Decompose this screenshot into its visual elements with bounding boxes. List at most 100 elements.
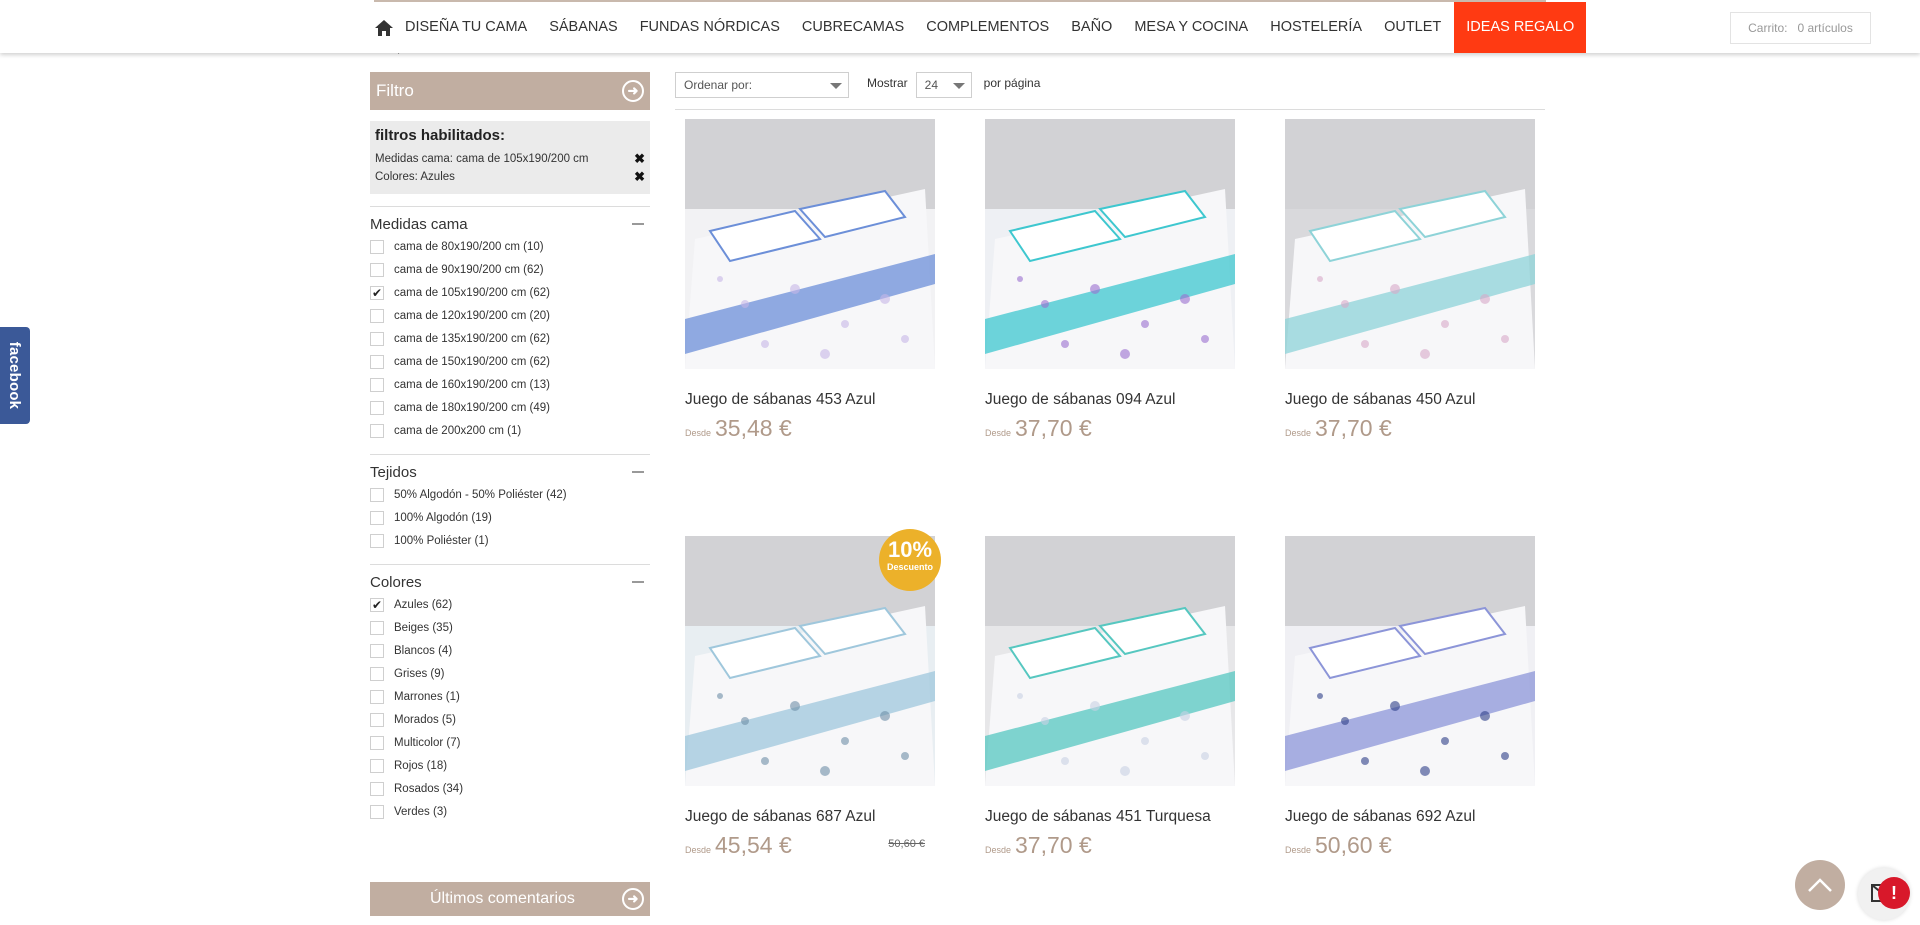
filter-group-header[interactable]: Tejidos [370, 461, 650, 483]
scroll-to-top-button[interactable] [1795, 860, 1845, 910]
filter-option[interactable]: cama de 135x190/200 cm (62) [370, 327, 650, 350]
filter-option[interactable]: Multicolor (7) [370, 731, 650, 754]
product-image-wrapper[interactable] [1285, 536, 1535, 786]
product-image-wrapper[interactable] [985, 119, 1235, 369]
checkbox[interactable] [370, 735, 384, 750]
checkbox[interactable] [370, 689, 384, 704]
product-title[interactable]: Juego de sábanas 453 Azul [685, 391, 935, 409]
product-card[interactable]: Juego de sábanas 094 Azul Desde 37,70 € [985, 119, 1235, 442]
filter-option[interactable]: cama de 180x190/200 cm (49) [370, 396, 650, 419]
product-card[interactable]: Juego de sábanas 451 Turquesa Desde 37,70 … [985, 536, 1235, 859]
product-image-wrapper[interactable] [985, 536, 1235, 786]
filter-option[interactable]: ✔ Azules (62) [370, 593, 650, 616]
checkbox[interactable] [370, 423, 384, 438]
filter-header[interactable]: Filtro ➜ [370, 72, 650, 110]
filter-option[interactable]: Rojos (18) [370, 754, 650, 777]
checkbox[interactable] [370, 377, 384, 392]
filter-option[interactable]: Blancos (4) [370, 639, 650, 662]
product-card[interactable]: Juego de sábanas 453 Azul Desde 35,48 € [685, 119, 935, 442]
nav-item[interactable]: SÁBANAS [538, 2, 629, 53]
checkbox[interactable] [370, 262, 384, 277]
collapse-icon [632, 223, 644, 225]
product-title[interactable]: Juego de sábanas 450 Azul [1285, 391, 1535, 409]
filter-option[interactable]: 50% Algodón - 50% Poliéster (42) [370, 483, 650, 506]
filter-option-label: cama de 105x190/200 cm (62) [394, 286, 550, 299]
top-navigation-bar: DISEÑA TU CAMA SÁBANAS FUNDAS NÓRDICAS CUBR… [0, 0, 1920, 53]
nav-item[interactable]: CUBRECAMAS [791, 2, 915, 53]
filter-option[interactable]: 100% Poliéster (1) [370, 529, 650, 552]
filter-group-header[interactable]: Colores [370, 571, 650, 593]
filter-option[interactable]: cama de 200x200 cm (1) [370, 419, 650, 442]
price-from-label: Desde [1285, 845, 1312, 855]
product-card[interactable]: 10% Descuento Juego de sábanas 687 Azul Des… [685, 529, 941, 859]
checkbox[interactable] [370, 781, 384, 796]
nav-item[interactable]: FUNDAS NÓRDICAS [629, 2, 791, 53]
checkbox[interactable] [370, 487, 384, 502]
checkbox[interactable]: ✔ [370, 597, 384, 612]
filter-option[interactable]: Grises (9) [370, 662, 650, 685]
filter-option[interactable]: cama de 160x190/200 cm (13) [370, 373, 650, 396]
checkbox[interactable] [370, 533, 384, 548]
checkbox[interactable]: ✔ [370, 285, 384, 300]
nav-item[interactable]: MESA Y COCINA [1123, 2, 1259, 53]
checkbox[interactable] [370, 666, 384, 681]
remove-filter-icon[interactable]: ✖ [634, 169, 645, 185]
filter-option[interactable]: Morados (5) [370, 708, 650, 731]
filter-group: Tejidos 50% Algodón - 50% Poliéster (42) 1… [370, 454, 650, 552]
product-card[interactable]: Juego de sábanas 692 Azul Desde 50,60 € [1285, 536, 1535, 859]
filter-group: Medidas cama cama de 80x190/200 cm (10) ca… [370, 206, 650, 442]
nav-item[interactable]: COMPLEMENTOS [915, 2, 1060, 53]
home-icon[interactable] [374, 2, 394, 53]
product-card[interactable]: Juego de sábanas 450 Azul Desde 37,70 € [1285, 119, 1535, 442]
product-title[interactable]: Juego de sábanas 687 Azul [685, 808, 935, 826]
show-label: Mostrar [867, 76, 908, 90]
price-from-label: Desde [685, 845, 712, 855]
price-from-label: Desde [1285, 428, 1312, 438]
checkbox[interactable] [370, 308, 384, 323]
filter-option[interactable]: Beiges (35) [370, 616, 650, 639]
per-page-select[interactable]: 24 [915, 72, 972, 98]
latest-comments-header[interactable]: Últimos comentarios ➜ [370, 882, 650, 916]
checkbox[interactable] [370, 239, 384, 254]
filter-option[interactable]: Rosados (34) [370, 777, 650, 800]
filter-option[interactable]: cama de 120x190/200 cm (20) [370, 304, 650, 327]
product-title[interactable]: Juego de sábanas 692 Azul [1285, 808, 1535, 826]
nav-item[interactable]: OUTLET [1373, 2, 1452, 53]
nav-item-ideas-regalo[interactable]: IDEAS REGALO [1454, 2, 1587, 53]
remove-filter-icon[interactable]: ✖ [634, 151, 645, 167]
filter-group-title: Medidas cama [370, 215, 468, 233]
checkbox[interactable] [370, 400, 384, 415]
checkbox[interactable] [370, 510, 384, 525]
checkbox[interactable] [370, 643, 384, 658]
checkbox[interactable] [370, 712, 384, 727]
product-title[interactable]: Juego de sábanas 094 Azul [985, 391, 1235, 409]
checkbox[interactable] [370, 354, 384, 369]
filter-option[interactable]: Verdes (3) [370, 800, 650, 823]
filter-option[interactable]: cama de 90x190/200 cm (62) [370, 258, 650, 281]
product-title[interactable]: Juego de sábanas 451 Turquesa [985, 808, 1235, 826]
checkbox[interactable] [370, 620, 384, 635]
checkbox[interactable] [370, 804, 384, 819]
latest-comments-title: Últimos comentarios [430, 890, 575, 907]
filter-option-label: cama de 160x190/200 cm (13) [394, 378, 550, 391]
nav-item[interactable]: DISEÑA TU CAMA [394, 2, 538, 53]
product-image-wrapper[interactable] [1285, 119, 1535, 369]
checkbox[interactable] [370, 758, 384, 773]
nav-item[interactable]: BAÑO [1060, 2, 1123, 53]
product-image-wrapper[interactable] [685, 119, 935, 369]
price-from-label: Desde [985, 845, 1012, 855]
facebook-tab[interactable]: facebook [0, 327, 30, 424]
filter-option[interactable]: cama de 80x190/200 cm (10) [370, 235, 650, 258]
filter-option[interactable]: Marrones (1) [370, 685, 650, 708]
collapse-icon [632, 581, 644, 583]
cart-button[interactable]: Carrito: 0 artículos [1730, 12, 1871, 44]
filter-option[interactable]: cama de 150x190/200 cm (62) [370, 350, 650, 373]
sort-select[interactable]: Ordenar por: [675, 72, 849, 98]
filter-group-header[interactable]: Medidas cama [370, 213, 650, 235]
checkbox[interactable] [370, 331, 384, 346]
filter-option[interactable]: 100% Algodón (19) [370, 506, 650, 529]
nav-item[interactable]: HOSTELERÍA [1259, 2, 1373, 53]
filter-option[interactable]: ✔ cama de 105x190/200 cm (62) [370, 281, 650, 304]
per-page-value: 24 [924, 78, 939, 92]
price-row: Desde 37,70 € [985, 832, 1235, 859]
